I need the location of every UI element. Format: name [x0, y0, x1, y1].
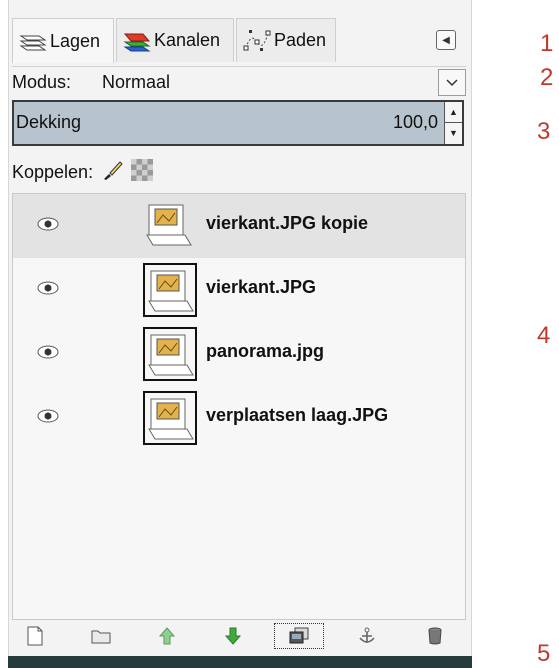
layer-name[interactable]: panorama.jpg	[206, 341, 324, 362]
annotation-number: 1	[540, 30, 554, 57]
layer-row[interactable]: vierkant.JPG	[13, 258, 465, 322]
layer-thumbnail[interactable]	[143, 327, 197, 381]
layer-thumbnail[interactable]	[143, 263, 197, 317]
layer-name[interactable]: verplaatsen laag.JPG	[206, 405, 388, 426]
dock-menu-button[interactable]: ◀	[436, 30, 456, 50]
visibility-eye-icon[interactable]	[37, 281, 59, 300]
layers-list: vierkant.JPG kopie vierkant.JPG panorama…	[12, 193, 466, 620]
mode-row: Modus: Normaal	[12, 66, 466, 99]
dock-tabs: Lagen Kanalen Paden ◀	[12, 18, 466, 63]
lock-pixels-icon[interactable]	[101, 159, 123, 186]
lock-alpha-icon[interactable]	[131, 158, 154, 186]
layer-thumbnail[interactable]	[143, 391, 197, 445]
delete-layer-icon[interactable]	[422, 623, 448, 649]
annotation-number: 4	[537, 322, 551, 349]
tab-label: Paden	[274, 30, 327, 50]
layer-thumbnail[interactable]	[143, 199, 197, 253]
opacity-slider[interactable]: Dekking 100,0 ▲ ▼	[12, 100, 464, 146]
layers-icon	[17, 28, 47, 54]
lower-layer-icon[interactable]	[220, 623, 246, 649]
spin-down-icon[interactable]: ▼	[445, 122, 462, 143]
status-bar	[8, 656, 472, 668]
layer-name[interactable]: vierkant.JPG kopie	[206, 213, 368, 234]
opacity-value[interactable]: 100,0	[393, 112, 438, 133]
tab-label: Kanalen	[154, 30, 221, 50]
annotation-number: 2	[540, 64, 554, 91]
annotation-number: 3	[537, 118, 551, 145]
visibility-eye-icon[interactable]	[37, 409, 59, 428]
new-layer-group-icon[interactable]	[88, 623, 114, 649]
mode-value[interactable]: Normaal	[102, 72, 170, 93]
annotation-number: 5	[537, 640, 551, 667]
mode-dropdown-button[interactable]	[438, 69, 466, 96]
layer-row[interactable]: vierkant.JPG kopie	[13, 194, 465, 258]
triangle-left-icon: ◀	[442, 34, 450, 46]
spin-up-icon[interactable]: ▲	[445, 102, 462, 122]
channels-icon	[121, 28, 151, 54]
mode-label: Modus:	[12, 72, 72, 92]
tab-label: Lagen	[50, 30, 101, 51]
tab-lagen[interactable]: Lagen	[12, 18, 114, 63]
layers-toolbar	[12, 621, 466, 651]
visibility-eye-icon[interactable]	[37, 345, 59, 364]
lock-row: Koppelen:	[12, 158, 154, 186]
visibility-eye-icon[interactable]	[37, 217, 59, 236]
new-layer-icon[interactable]	[22, 623, 48, 649]
chevron-down-icon	[446, 78, 458, 86]
layer-row[interactable]: verplaatsen laag.JPG	[13, 386, 465, 450]
paths-icon	[241, 28, 271, 54]
tab-kanalen[interactable]: Kanalen	[116, 18, 234, 62]
anchor-layer-icon[interactable]	[354, 623, 380, 649]
layer-row[interactable]: panorama.jpg	[13, 322, 465, 386]
opacity-label: Dekking	[16, 112, 82, 132]
opacity-spinner[interactable]: ▲ ▼	[444, 102, 462, 144]
layer-name[interactable]: vierkant.JPG	[206, 277, 316, 298]
duplicate-layer-icon[interactable]	[274, 623, 324, 649]
lock-label: Koppelen:	[12, 161, 94, 182]
tab-paden[interactable]: Paden	[236, 18, 336, 62]
raise-layer-icon[interactable]	[154, 623, 180, 649]
